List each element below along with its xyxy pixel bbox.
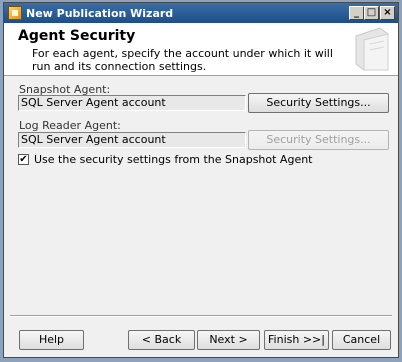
back-button[interactable]: < Back bbox=[128, 330, 195, 350]
log-reader-security-settings-button[interactable]: Security Settings... bbox=[248, 130, 389, 150]
cancel-button[interactable]: Cancel bbox=[332, 330, 391, 350]
page-subtitle: For each agent, specify the account unde… bbox=[32, 47, 333, 73]
wizard-app-icon bbox=[8, 6, 22, 20]
finish-button[interactable]: Finish >>| bbox=[264, 330, 329, 350]
use-snapshot-settings-checkbox[interactable]: ✔ bbox=[18, 154, 29, 165]
snapshot-agent-account-field: SQL Server Agent account bbox=[18, 95, 246, 111]
wizard-header-graphic-icon bbox=[355, 27, 389, 71]
maximize-button[interactable]: □ bbox=[364, 6, 379, 20]
next-button[interactable]: Next > bbox=[197, 330, 260, 350]
wizard-header: Agent Security For each agent, specify t… bbox=[4, 23, 398, 76]
wizard-window: New Publication Wizard _ □ × Agent Secur… bbox=[3, 2, 399, 358]
page-title: Agent Security bbox=[18, 28, 136, 44]
use-snapshot-settings-label: Use the security settings from the Snaps… bbox=[34, 153, 313, 166]
minimize-button[interactable]: _ bbox=[349, 6, 364, 20]
title-bar[interactable]: New Publication Wizard _ □ × bbox=[4, 3, 398, 23]
log-reader-agent-label: Log Reader Agent: bbox=[19, 119, 121, 132]
window-title: New Publication Wizard bbox=[26, 7, 174, 20]
footer-divider bbox=[10, 315, 392, 317]
help-button[interactable]: Help bbox=[19, 330, 84, 350]
close-button[interactable]: × bbox=[380, 6, 395, 20]
snapshot-security-settings-button[interactable]: Security Settings... bbox=[248, 93, 389, 113]
log-reader-agent-account-field: SQL Server Agent account bbox=[18, 132, 246, 148]
